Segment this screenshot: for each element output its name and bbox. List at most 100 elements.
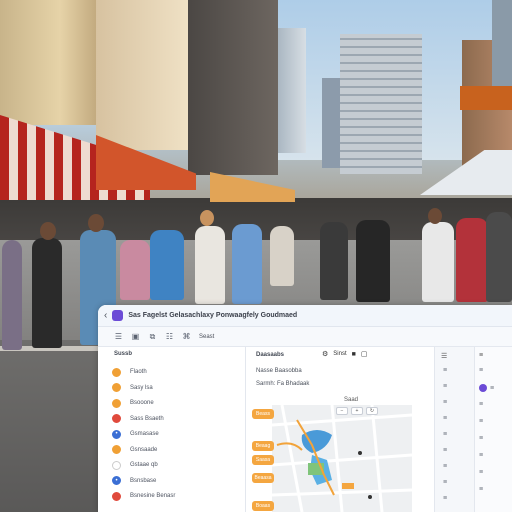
building-left [0,0,100,125]
sidebar-item-label: Flaoth [130,369,147,375]
details-heading-icon[interactable]: ☰ [441,352,447,360]
pedestrian [195,226,225,304]
pedestrian-head [428,208,442,224]
pedestrian [486,212,512,302]
sidebar-item-label: Gsmasase [130,431,159,437]
pedestrian-head [88,214,104,232]
pedestrian [356,220,390,302]
sidebar-item[interactable]: Sass Bsaeth [112,412,164,426]
sidebar-item[interactable]: Flaoth [112,365,147,379]
sidebar-item-label: Gsnsaade [130,446,158,453]
main-actions: ⚙ Sinst ■ ▢ [322,350,368,359]
pedestrian-head [40,222,56,240]
title-bar: ‹ Sas Fagelst Gelasachlaxy Ponwaagfely G… [98,305,512,327]
map-zoom-controls: − + ↻ [336,407,378,415]
detail-row-icon[interactable]: ≡ [443,463,447,470]
sidebar-item-label: Bsnesine Benasr [130,493,176,499]
pedestrian [150,230,184,300]
pedestrian [422,222,454,302]
main-heading: Daasaabs [256,352,285,358]
storefront-sign [460,86,512,110]
sidebar-item[interactable]: Bsnesine Benasr [112,489,175,503]
stop-icon[interactable]: ■ [352,351,356,358]
sidebar-item-label: Bsooone [130,400,154,406]
activity-row[interactable]: ≡ [479,469,483,476]
refresh-button[interactable]: ↻ [366,407,378,415]
detail-row-icon[interactable]: ≡ [443,367,447,374]
sidebar-item-label: Bsnsbase [130,477,157,484]
activity-column: ≡ ≡ ≡ ≡ ≡ ≡ ≡ ≡ ≡ [474,347,512,512]
chevron-left-icon[interactable]: ‹ [104,310,107,321]
building-distant [278,28,306,153]
app-window: ‹ Sas Fagelst Gelasachlaxy Ponwaagfely G… [98,305,512,512]
sidebar-item-label: Gstaae qb [130,462,158,468]
map-tag[interactable]: Saasa [252,455,274,465]
sidebar-item[interactable]: • Bsnsbase [112,474,156,488]
sidebar-item[interactable]: • Gsmasase [112,427,159,441]
activity-row[interactable]: ≡ [479,418,483,425]
toolbar: ☰ ▣ ⧉ ☷ ⌘ Seast [98,327,512,347]
activity-row[interactable]: ≡ [479,384,494,392]
status-dot-icon [112,491,121,501]
map-tag[interactable]: Beass [252,409,274,419]
pedestrian [320,222,348,300]
activity-row[interactable]: ≡ [479,435,483,442]
building-right-tall [492,0,512,90]
pedestrian [456,218,488,302]
settings-icon[interactable]: ⚙ [322,350,328,358]
sidebar-item[interactable]: Gsnsaade [112,443,157,457]
app-logo-icon [112,310,124,321]
activity-row[interactable]: ≡ [479,401,483,408]
detail-row-icon[interactable]: ≡ [443,495,447,502]
detail-row-icon[interactable]: ≡ [443,479,447,486]
map-graphic [272,405,412,512]
map-tag[interactable]: Beaag [252,441,274,451]
status-dot-icon [112,398,121,408]
details-column: ☰ ≡ ≡ ≡ ≡ ≡ ≡ ≡ ≡ ≡ [434,347,474,512]
activity-row-icon: ≡ [479,418,484,425]
toolbar-label[interactable]: Seast [199,334,214,340]
detail-row-icon[interactable]: ≡ [443,447,447,454]
activity-row[interactable]: ≡ [479,452,483,459]
sidebar-item[interactable]: Bsooone [112,396,154,410]
status-dot-icon [112,367,121,377]
map-tag[interactable]: Beaasa [252,473,274,483]
sidebar: Sussb Flaoth Sasy lsa Bsooone Sass Bsaeth • G… [98,347,246,512]
activity-heading-icon[interactable]: ≡ [479,352,483,359]
main-row-1[interactable]: Nasse Baasobba [256,368,302,374]
pedestrian [270,226,294,286]
building-left-2 [96,0,191,150]
pedestrian [232,224,262,304]
activity-row[interactable]: ≡ [479,367,483,374]
sidebar-item[interactable]: Sasy lsa [112,381,153,395]
view-icon[interactable]: ▣ [131,332,140,341]
settings-label[interactable]: Sinst [333,351,346,357]
activity-row-icon: ≡ [479,486,484,493]
map-label: Saad [344,397,359,403]
pedestrian [32,238,62,348]
list-icon[interactable]: ☷ [165,332,174,341]
detail-row-icon[interactable]: ≡ [443,399,447,406]
zoom-out-button[interactable]: − [336,407,348,415]
user-avatar-icon [479,384,487,392]
building-left-3 [188,0,278,175]
command-icon[interactable]: ⌘ [182,332,191,341]
map-view[interactable] [272,405,412,512]
activity-row-icon: ≡ [490,384,495,392]
map-tag[interactable]: Boaas [252,501,274,511]
detail-row-icon[interactable]: ≡ [443,415,447,422]
pedestrian [2,240,22,350]
copy-icon[interactable]: ⧉ [148,332,157,342]
activity-row[interactable]: ≡ [479,486,483,493]
sidebar-item-label: Sass Bsaeth [130,415,164,422]
status-dot-icon: • [112,476,121,485]
square-icon[interactable]: ▢ [361,350,368,358]
menu-icon[interactable]: ☰ [114,332,123,341]
status-dot-icon: • [112,429,121,439]
status-dot-icon [112,445,121,454]
detail-row-icon[interactable]: ≡ [443,431,447,438]
zoom-in-button[interactable]: + [351,407,363,415]
sidebar-item[interactable]: Gstaae qb [112,458,158,472]
main-row-2[interactable]: Sarmh: Fa Bhadaak [256,381,309,387]
detail-row-icon[interactable]: ≡ [443,383,447,390]
